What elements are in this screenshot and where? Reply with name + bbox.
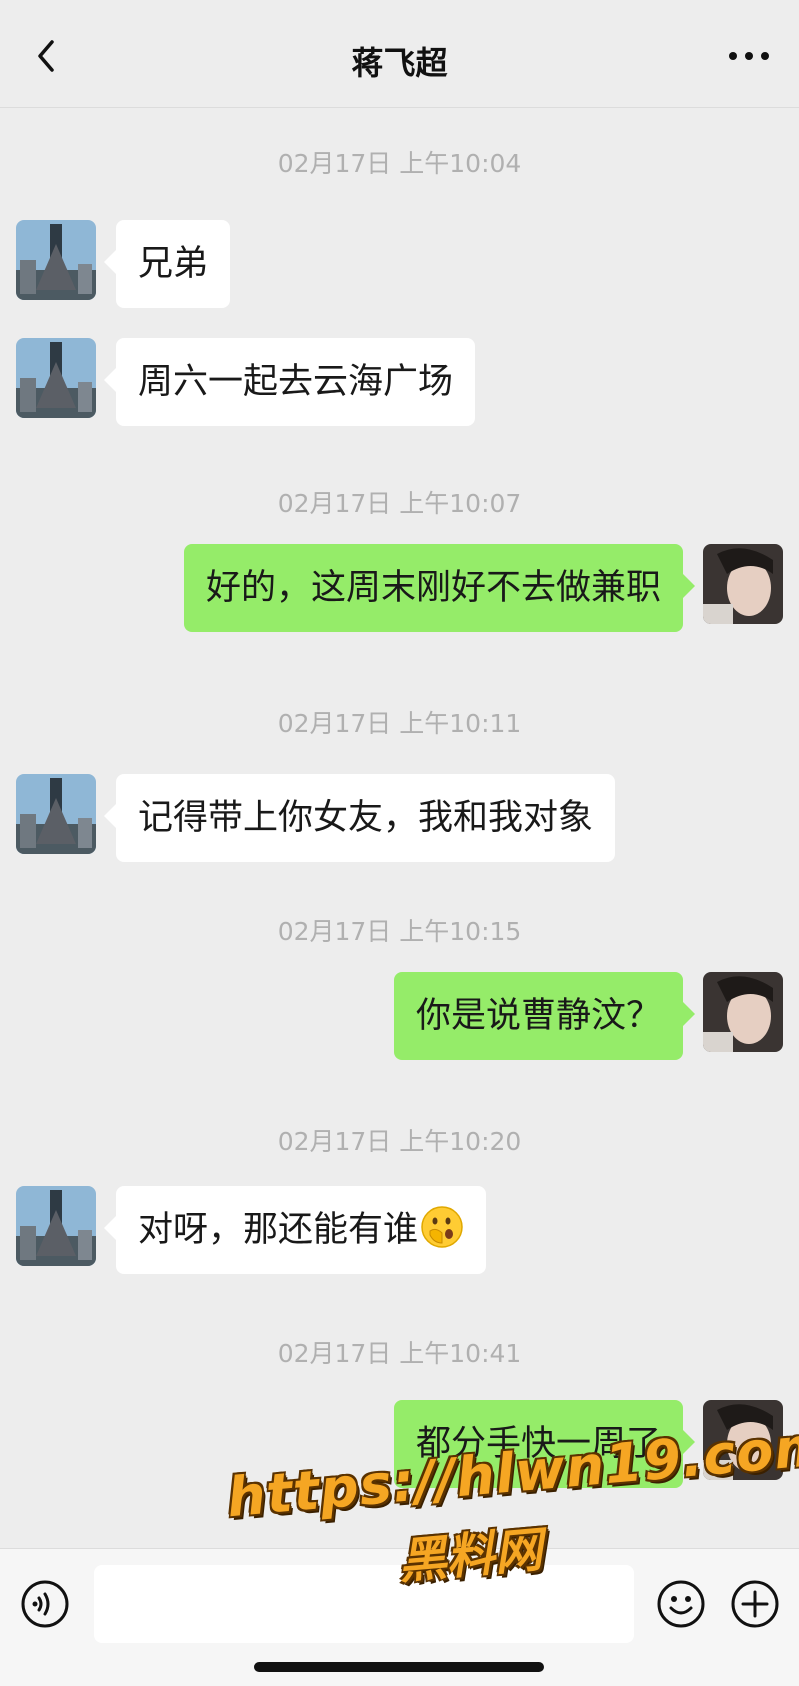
user-avatar[interactable] <box>703 972 783 1052</box>
user-avatar[interactable] <box>703 544 783 624</box>
message-bubble[interactable]: 你是说曹静汶？ <box>393 972 696 1060</box>
message-list[interactable]: 02月17日 上午10:04 兄弟 周六一起去云海广场 02月17日 上午10:… <box>0 108 799 1548</box>
user-avatar[interactable] <box>703 1400 783 1480</box>
timestamp: 02月17日 上午10:15 <box>277 917 522 946</box>
timestamp: 02月17日 上午10:07 <box>277 489 522 518</box>
chat-header: 蒋飞超 <box>0 0 799 108</box>
message-bubble[interactable]: 都分手快一周了 <box>393 1400 696 1488</box>
chat-title: 蒋飞超 <box>351 44 448 82</box>
contact-avatar[interactable] <box>16 774 96 854</box>
plus-circle-icon[interactable] <box>730 1579 780 1629</box>
home-indicator[interactable] <box>254 1662 544 1672</box>
timestamp: 02月17日 上午10:04 <box>277 149 522 178</box>
message-bubble[interactable]: 记得带上你女友，我和我对象 <box>103 774 616 862</box>
message-bubble[interactable]: 周六一起去云海广场 <box>103 338 476 426</box>
face-with-hand-over-mouth-icon <box>421 1206 463 1248</box>
smiley-icon[interactable] <box>656 1579 706 1629</box>
contact-avatar[interactable] <box>16 1186 96 1266</box>
message-bubble[interactable]: 好的，这周末刚好不去做兼职 <box>183 544 696 632</box>
message-bubble[interactable]: 对呀，那还能有谁 <box>103 1186 487 1274</box>
message-input[interactable] <box>94 1565 634 1643</box>
timestamp: 02月17日 上午10:20 <box>277 1127 522 1156</box>
timestamp: 02月17日 上午10:11 <box>277 709 522 738</box>
message-bubble[interactable]: 兄弟 <box>103 220 231 308</box>
contact-avatar[interactable] <box>16 338 96 418</box>
message-text: 对呀，那还能有谁 <box>138 1210 419 1250</box>
timestamp: 02月17日 上午10:41 <box>277 1339 522 1368</box>
contact-avatar[interactable] <box>16 220 96 300</box>
voice-icon[interactable] <box>20 1579 70 1629</box>
more-dots-icon[interactable] <box>727 46 771 66</box>
